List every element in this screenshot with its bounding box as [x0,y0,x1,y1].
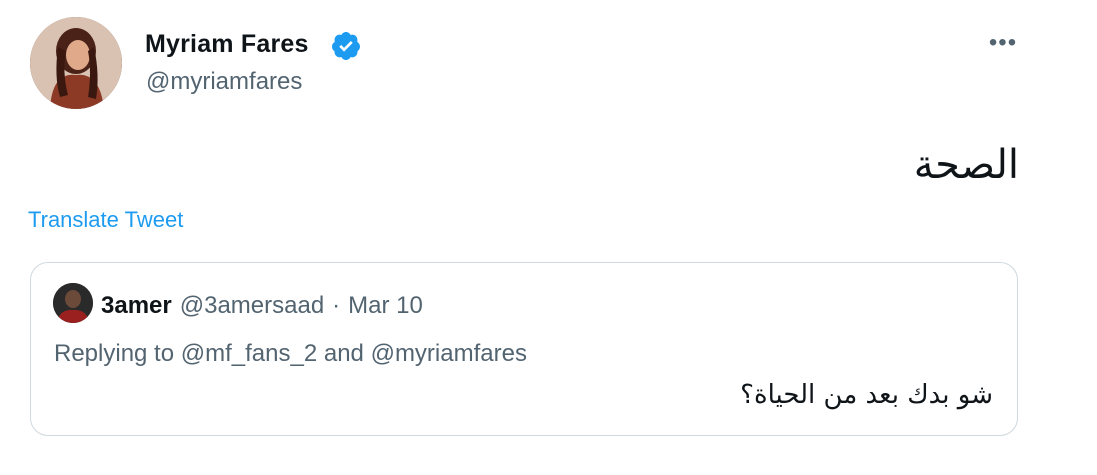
tweet-text: الصحة [913,142,1019,188]
separator-dot: · [332,292,341,319]
replying-and: and [323,340,364,367]
author-handle[interactable]: @myriamfares [146,68,302,96]
replying-prefix: Replying to [54,340,175,367]
author-avatar[interactable] [30,17,122,109]
quoted-tweet-text: شو بدك بعد من الحياة؟ [740,380,993,410]
replying-user-2: @myriamfares [370,340,527,367]
quoted-author-name: 3amer [101,292,172,319]
quoted-avatar-image [53,283,93,323]
quoted-author-avatar [53,283,93,323]
avatar-image [30,17,122,109]
translate-tweet-link[interactable]: Translate Tweet [28,207,183,233]
author-display-name[interactable]: Myriam Fares [145,30,309,59]
replying-to-line: Replying to @mf_fans_2 and @myriamfares [54,340,527,368]
quoted-tweet-header: 3amer @3amersaad · Mar 10 [101,292,423,320]
quoted-author-handle: @3amersaad [179,292,325,319]
quoted-tweet-date: Mar 10 [348,292,423,319]
quoted-tweet[interactable]: 3amer @3amersaad · Mar 10 Replying to @m… [30,262,1018,436]
replying-user-1: @mf_fans_2 [180,340,318,367]
verified-badge-icon [331,32,360,60]
more-options-icon[interactable]: ••• [978,28,1028,58]
